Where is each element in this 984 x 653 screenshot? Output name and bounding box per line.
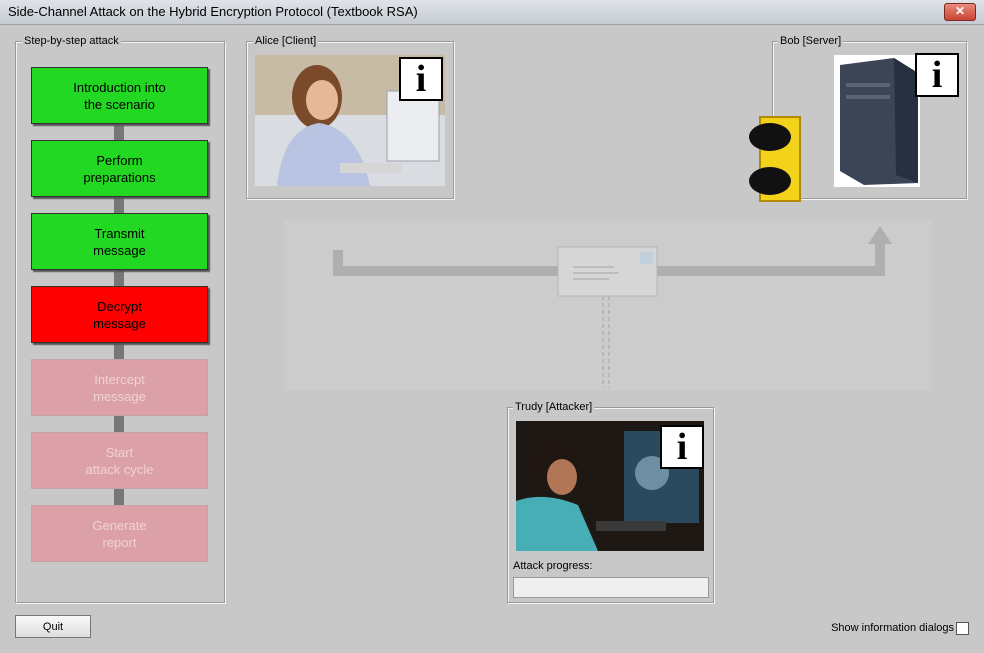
trudy-legend: Trudy [Attacker] xyxy=(513,400,595,414)
window-title: Side-Channel Attack on the Hybrid Encryp… xyxy=(8,4,418,19)
alice-legend: Alice [Client] xyxy=(253,34,319,48)
step-preparations-button[interactable]: Perform preparations xyxy=(31,140,208,197)
step-attack-cycle-button: Start attack cycle xyxy=(31,432,208,489)
bob-server-photo xyxy=(834,55,920,187)
step-connector xyxy=(114,413,124,433)
attack-progress-label: Attack progress: xyxy=(513,560,593,572)
step-intercept-button: Intercept message xyxy=(31,359,208,416)
step-connector xyxy=(114,486,124,506)
network-diagram xyxy=(284,220,932,390)
envelope-stamp xyxy=(640,252,653,264)
bob-legend: Bob [Server] xyxy=(778,34,844,48)
show-info-dialogs-label: Show information dialogs xyxy=(831,622,954,634)
bob-info-icon[interactable]: i xyxy=(915,53,959,97)
step-introduction-button[interactable]: Introduction into the scenario xyxy=(31,67,208,124)
step-connector xyxy=(114,194,124,214)
traffic-light-icon xyxy=(749,116,801,202)
step-by-step-legend: Step-by-step attack xyxy=(22,34,121,48)
step-decrypt-button[interactable]: Decrypt message xyxy=(31,286,208,343)
alice-info-icon[interactable]: i xyxy=(399,57,443,101)
show-info-dialogs-checkbox[interactable] xyxy=(956,622,969,635)
step-transmit-button[interactable]: Transmit message xyxy=(31,213,208,270)
step-connector xyxy=(114,267,124,287)
step-connector xyxy=(114,340,124,360)
close-button[interactable]: ✕ xyxy=(944,3,976,21)
quit-button[interactable]: Quit xyxy=(15,615,91,638)
step-report-button: Generate report xyxy=(31,505,208,562)
step-connector xyxy=(114,121,124,141)
attack-progress-bar xyxy=(513,577,709,598)
title-bar: Side-Channel Attack on the Hybrid Encryp… xyxy=(0,0,984,25)
client-area: Step-by-step attack Introduction into th… xyxy=(0,25,984,653)
trudy-info-icon[interactable]: i xyxy=(660,425,704,469)
